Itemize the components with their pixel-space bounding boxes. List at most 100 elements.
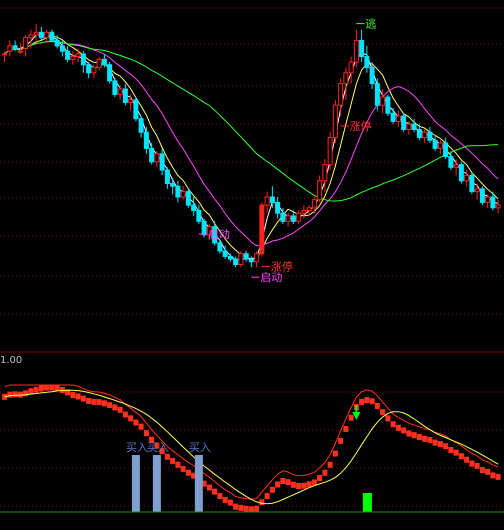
oscillator-block (422, 435, 428, 442)
candle-body (390, 112, 396, 122)
candle-body (290, 215, 296, 222)
candle-body (458, 164, 464, 182)
annotation-label: 启动 (208, 228, 230, 241)
candle-body (453, 164, 459, 168)
annotation-label: 涨停 (350, 119, 372, 133)
oscillator-block (317, 475, 323, 482)
candle-body (495, 204, 501, 209)
candle-body (306, 207, 312, 212)
oscillator-block (138, 423, 144, 430)
candle-body (311, 199, 317, 209)
oscillator-block (264, 493, 270, 500)
candle-body (243, 253, 249, 260)
oscillator-block (301, 482, 307, 489)
candle-body (432, 139, 438, 149)
oscillator-block (222, 496, 228, 503)
oscillator-block (285, 479, 291, 486)
candle-body (322, 164, 328, 182)
candle-body (180, 191, 186, 198)
candle-body (2, 53, 8, 56)
candle-body (296, 212, 302, 222)
candle-body (65, 50, 71, 60)
oscillator-block (296, 483, 302, 490)
oscillator-block (107, 402, 113, 409)
buy-signal-label: 买入 (189, 441, 211, 454)
oscillator-block (453, 449, 459, 456)
candle-body (17, 50, 23, 53)
green-volume-bar (362, 493, 372, 512)
oscillator-block (322, 469, 328, 476)
oscillator-block (332, 450, 338, 457)
oscillator-block (464, 456, 470, 463)
oscillator-block (437, 441, 443, 448)
candle-body (380, 96, 386, 106)
buy-signal-bar (152, 455, 161, 512)
oscillator-block (80, 395, 86, 402)
oscillator-block (359, 398, 365, 405)
oscillator-block (206, 484, 212, 491)
oscillator-block (495, 473, 501, 480)
candle-body (364, 56, 370, 68)
candle-body (348, 61, 354, 74)
candle-body (437, 142, 443, 149)
buy-signal-bar (194, 455, 203, 512)
candle-body (448, 156, 454, 168)
candle-body (159, 153, 165, 171)
oscillator-block (406, 430, 412, 437)
candle-body (28, 34, 34, 39)
oscillator-block (474, 462, 480, 469)
oscillator-block (96, 399, 102, 406)
candle-body (149, 147, 155, 163)
oscillator-top-label: 1.00 (0, 355, 22, 366)
oscillator-block (290, 481, 296, 488)
annotation-label: 逃 (365, 18, 376, 31)
oscillator-block (238, 504, 244, 511)
oscillator-block (327, 461, 333, 468)
candle-body (285, 215, 291, 222)
oscillator-block (248, 506, 254, 513)
candle-body (259, 204, 265, 255)
candle-body (385, 96, 391, 114)
candle-body (70, 56, 76, 60)
candle-body (317, 180, 323, 201)
oscillator-block (180, 465, 186, 472)
candle-body (369, 66, 375, 85)
buy-signal-label: 买入 (126, 441, 148, 454)
candle-body (464, 174, 470, 182)
candle-body (254, 253, 260, 263)
candle-body (191, 204, 197, 212)
oscillator-block (385, 415, 391, 422)
candle-body (12, 45, 18, 49)
oscillator-block (112, 404, 118, 411)
candle-body (338, 83, 344, 106)
candle-body (422, 131, 428, 139)
oscillator-block (275, 481, 281, 488)
candle-body (416, 129, 422, 139)
candle-body (33, 31, 39, 36)
oscillator-block (170, 457, 176, 464)
candle-body (332, 104, 338, 139)
oscillator-block (143, 430, 149, 437)
oscillator-block (122, 411, 128, 418)
oscillator-block (306, 481, 312, 488)
candle-body (353, 39, 359, 63)
oscillator-block (432, 439, 438, 446)
buy-signal-label: 买入 (147, 441, 169, 454)
buy-signal-bar (131, 455, 140, 512)
oscillator-block (395, 424, 401, 431)
candle-body (175, 185, 181, 198)
candle-body (301, 210, 307, 214)
oscillator-block (443, 443, 449, 450)
oscillator-block (280, 477, 286, 484)
candle-body (264, 196, 270, 206)
oscillator-block (311, 479, 317, 486)
candle-body (343, 72, 349, 85)
oscillator-block (343, 426, 349, 433)
oscillator-block (7, 391, 13, 398)
oscillator-block (469, 460, 475, 467)
oscillator-block (485, 468, 491, 475)
candle-body (443, 142, 449, 157)
oscillator-block (175, 461, 181, 468)
oscillator-block (458, 453, 464, 460)
candle-body (117, 88, 123, 95)
